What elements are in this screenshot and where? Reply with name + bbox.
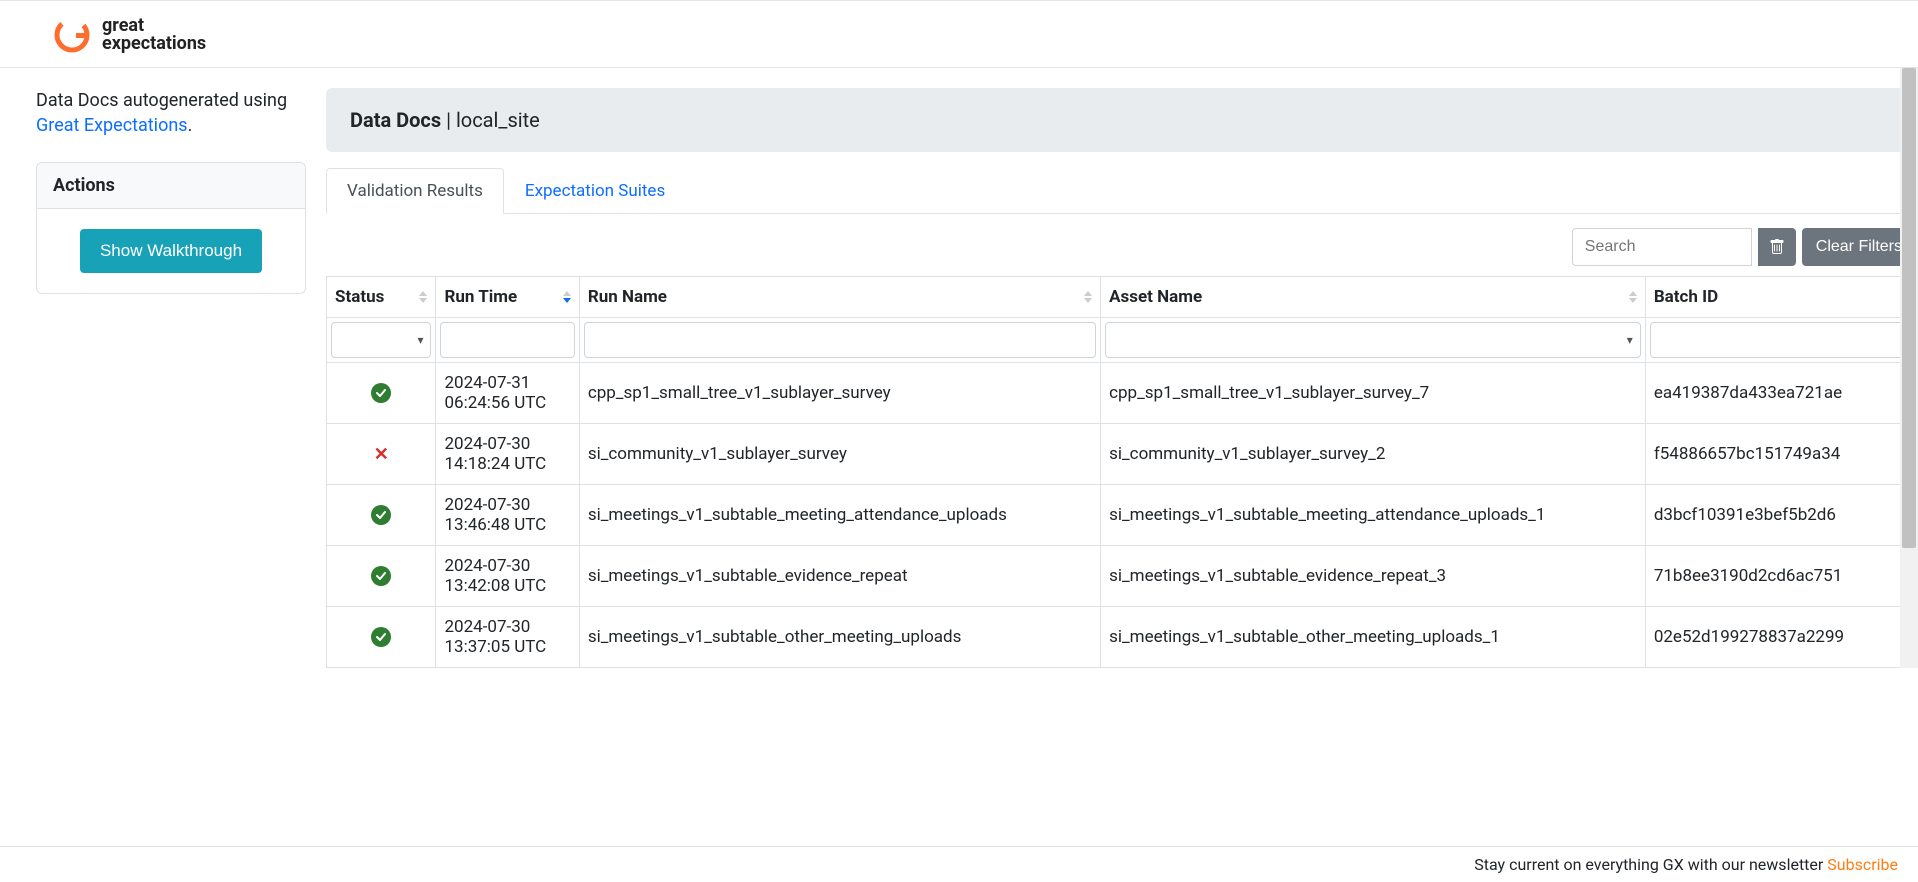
- filter-run-time-input[interactable]: [440, 322, 574, 358]
- page-site: local_site: [456, 108, 540, 132]
- sort-icon: [1084, 291, 1092, 303]
- table-row[interactable]: 2024-07-31 06:24:56 UTCcpp_sp1_small_tre…: [327, 363, 1916, 424]
- batch-id-cell: 71b8ee3190d2cd6ac751: [1645, 546, 1915, 607]
- vertical-scrollbar[interactable]: [1900, 68, 1918, 668]
- asset-name-cell: si_meetings_v1_subtable_meeting_attendan…: [1101, 485, 1646, 546]
- filter-status-select[interactable]: [331, 322, 431, 358]
- col-header-status[interactable]: Status: [327, 277, 436, 318]
- filter-batch-id-input[interactable]: [1650, 322, 1911, 358]
- batch-id-cell: ea419387da433ea721ae: [1645, 363, 1915, 424]
- status-cell: [327, 363, 436, 424]
- scrollbar-thumb[interactable]: [1902, 68, 1916, 548]
- x-icon: ✕: [374, 444, 389, 465]
- trash-icon: [1769, 239, 1785, 255]
- run-name-cell: si_meetings_v1_subtable_evidence_repeat: [579, 546, 1100, 607]
- batch-id-cell: d3bcf10391e3bef5b2d6: [1645, 485, 1915, 546]
- main-content: Data Docs | local_site Validation Result…: [326, 88, 1918, 668]
- run-name-cell: si_community_v1_sublayer_survey: [579, 424, 1100, 485]
- col-header-run-time[interactable]: Run Time: [436, 277, 579, 318]
- sort-icon: [419, 291, 427, 303]
- clear-search-button[interactable]: [1758, 228, 1796, 266]
- check-circle-icon: [371, 383, 391, 403]
- actions-card: Actions Show Walkthrough: [36, 162, 306, 294]
- run-time-cell: 2024-07-30 13:46:48 UTC: [436, 485, 579, 546]
- subscribe-link[interactable]: Subscribe: [1827, 855, 1898, 874]
- status-cell: [327, 607, 436, 668]
- sidebar: Data Docs autogenerated using Great Expe…: [36, 88, 326, 668]
- page-title-sep: |: [441, 108, 456, 132]
- asset-name-cell: si_community_v1_sublayer_survey_2: [1101, 424, 1646, 485]
- status-cell: [327, 485, 436, 546]
- intro-before: Data Docs autogenerated using: [36, 90, 287, 111]
- logo: great expectations: [50, 13, 206, 57]
- tabs: Validation Results Expectation Suites: [326, 168, 1916, 214]
- run-time-cell: 2024-07-30 14:18:24 UTC: [436, 424, 579, 485]
- col-header-batch-id[interactable]: Batch ID: [1645, 277, 1915, 318]
- filter-run-name-input[interactable]: [584, 322, 1096, 358]
- footer: Stay current on everything GX with our n…: [0, 846, 1918, 882]
- footer-text: Stay current on everything GX with our n…: [1474, 855, 1827, 874]
- table-row[interactable]: 2024-07-30 13:46:48 UTCsi_meetings_v1_su…: [327, 485, 1916, 546]
- sort-icon: [1629, 291, 1637, 303]
- asset-name-cell: cpp_sp1_small_tree_v1_sublayer_survey_7: [1101, 363, 1646, 424]
- table-row[interactable]: ✕2024-07-30 14:18:24 UTCsi_community_v1_…: [327, 424, 1916, 485]
- results-table: Status Run Time Run: [326, 276, 1916, 668]
- logo-text-line2: expectations: [102, 35, 206, 53]
- page-header: Data Docs | local_site: [326, 88, 1916, 152]
- run-time-cell: 2024-07-30 13:42:08 UTC: [436, 546, 579, 607]
- col-header-run-name-label: Run Name: [588, 287, 667, 307]
- actions-title: Actions: [37, 163, 305, 209]
- intro-link[interactable]: Great Expectations: [36, 115, 188, 136]
- logo-icon: [50, 13, 94, 57]
- tab-expectation-suites[interactable]: Expectation Suites: [504, 168, 686, 214]
- table-row[interactable]: 2024-07-30 13:42:08 UTCsi_meetings_v1_su…: [327, 546, 1916, 607]
- run-name-cell: si_meetings_v1_subtable_other_meeting_up…: [579, 607, 1100, 668]
- top-bar: great expectations: [0, 0, 1918, 68]
- filter-asset-name-select[interactable]: [1105, 322, 1641, 358]
- col-header-run-name[interactable]: Run Name: [579, 277, 1100, 318]
- check-circle-icon: [371, 627, 391, 647]
- sort-desc-icon: [563, 291, 571, 303]
- search-input[interactable]: [1572, 228, 1752, 266]
- table-controls: Clear Filters: [326, 214, 1916, 276]
- intro-text: Data Docs autogenerated using Great Expe…: [36, 88, 306, 138]
- table-row[interactable]: 2024-07-30 13:37:05 UTCsi_meetings_v1_su…: [327, 607, 1916, 668]
- run-time-cell: 2024-07-31 06:24:56 UTC: [436, 363, 579, 424]
- check-circle-icon: [371, 566, 391, 586]
- check-circle-icon: [371, 505, 391, 525]
- batch-id-cell: 02e52d199278837a2299: [1645, 607, 1915, 668]
- asset-name-cell: si_meetings_v1_subtable_evidence_repeat_…: [1101, 546, 1646, 607]
- run-name-cell: si_meetings_v1_subtable_meeting_attendan…: [579, 485, 1100, 546]
- batch-id-cell: f54886657bc151749a34: [1645, 424, 1915, 485]
- status-cell: ✕: [327, 424, 436, 485]
- tab-validation-results[interactable]: Validation Results: [326, 168, 504, 214]
- run-name-cell: cpp_sp1_small_tree_v1_sublayer_survey: [579, 363, 1100, 424]
- run-time-cell: 2024-07-30 13:37:05 UTC: [436, 607, 579, 668]
- show-walkthrough-button[interactable]: Show Walkthrough: [80, 229, 262, 273]
- col-header-batch-id-label: Batch ID: [1654, 287, 1718, 307]
- status-cell: [327, 546, 436, 607]
- clear-filters-button[interactable]: Clear Filters: [1802, 228, 1916, 266]
- intro-after: .: [188, 115, 193, 136]
- col-header-run-time-label: Run Time: [444, 287, 517, 307]
- col-header-asset-name-label: Asset Name: [1109, 287, 1202, 307]
- col-header-asset-name[interactable]: Asset Name: [1101, 277, 1646, 318]
- asset-name-cell: si_meetings_v1_subtable_other_meeting_up…: [1101, 607, 1646, 668]
- page-title: Data Docs: [350, 108, 441, 132]
- col-header-status-label: Status: [335, 287, 384, 307]
